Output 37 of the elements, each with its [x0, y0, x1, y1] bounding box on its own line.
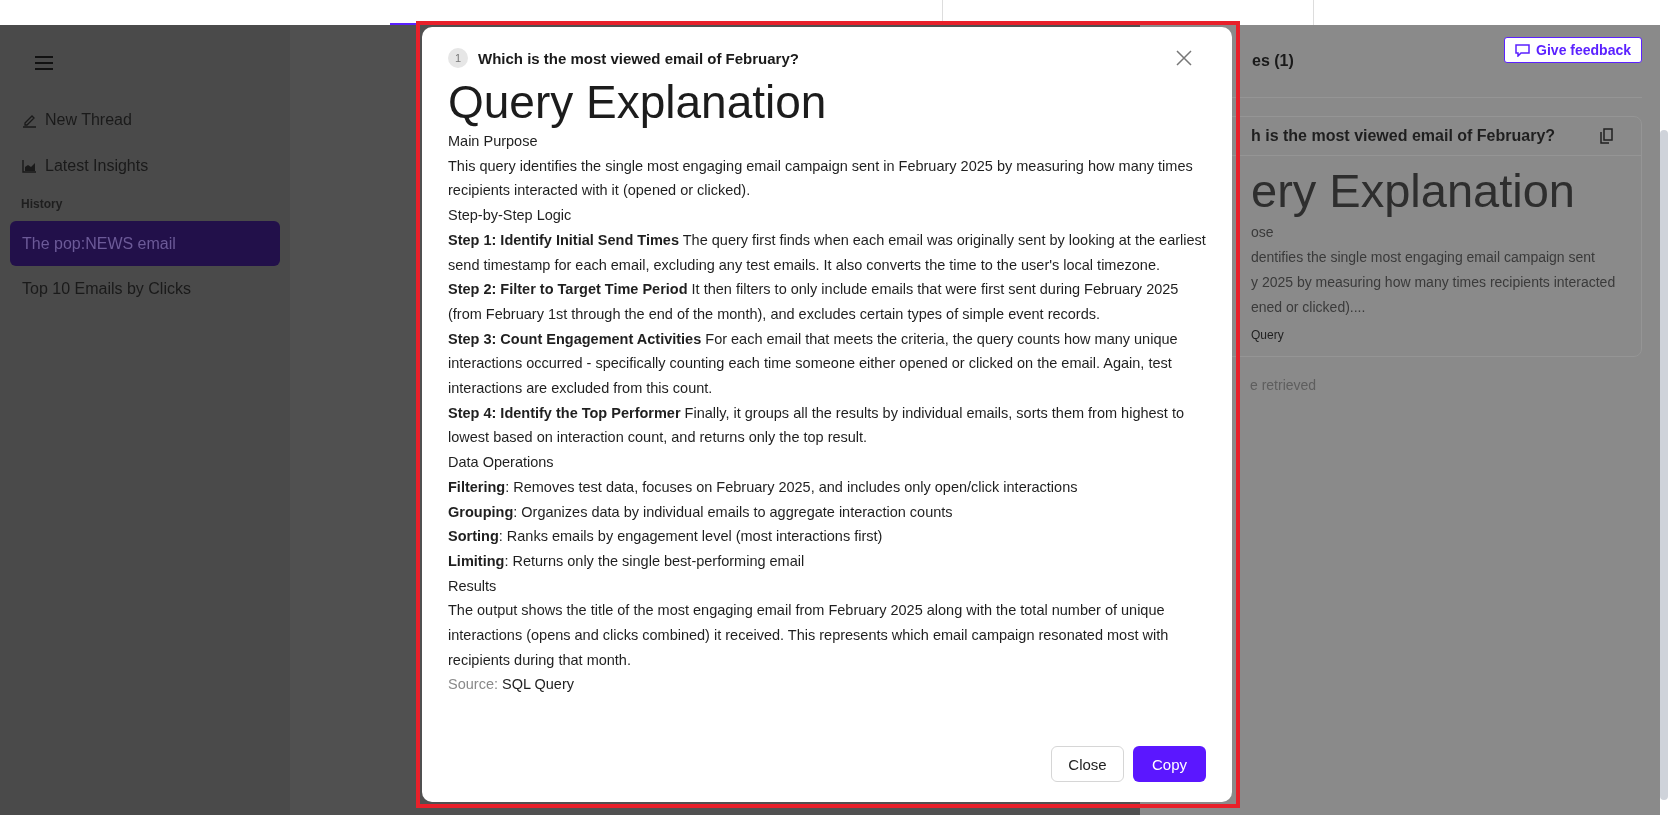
card-section: ose	[1251, 220, 1631, 245]
paragraph: Step 3: Count Engagement Activities For each email that meets the criteria, the query counts how many unique interactions occurred - specifically counting each time someone either opened or clicked on the email. Again, test interactions are excluded from this count.	[448, 329, 1179, 399]
feedback-button[interactable]: Give feedback	[1504, 37, 1642, 63]
question-text: Which is the most viewed email of February?	[478, 49, 799, 67]
source-label: Source:	[448, 675, 498, 695]
copy-icon[interactable]	[1600, 128, 1613, 144]
source-value: SQL Query	[502, 675, 574, 695]
card-text: ened or clicked)....	[1251, 298, 1367, 317]
close-icon[interactable]	[1176, 50, 1192, 66]
history-item[interactable]: The pop:NEWS email	[10, 221, 280, 266]
paragraph: Step 4: Identify the Top Performer Finally, it groups all the results by individual emails, sorts them from highest to lowest based on interaction count, and returns only the top result.	[448, 403, 1185, 448]
copy-button[interactable]: Copy	[1133, 746, 1206, 782]
section-heading: Main Purpose	[448, 132, 539, 151]
menu-icon[interactable]	[34, 55, 54, 71]
card-question: h is the most viewed email of February?	[1251, 127, 1556, 145]
paragraph: Step 1: Identify Initial Send Times The query first finds when each email was originally sent by looking at the earliest send timestamp for each email, excluding any test emails. It also converts the time to the user's local timezone.	[448, 230, 1206, 275]
modal-title: Query Explanation	[448, 75, 828, 129]
paragraph: Step 2: Filter to Target Time Period It then filters to only include emails that were first sent during February 2025 (from February 1st through the end of the month), and excludes certain types of simple event records.	[448, 280, 1180, 324]
chat-icon	[1515, 43, 1531, 57]
scrollbar-thumb[interactable]	[1660, 130, 1668, 800]
chart-icon	[22, 159, 37, 173]
card-text: dentifies the single most engaging email campaign sent	[1251, 248, 1596, 267]
question-number: 1	[448, 48, 468, 68]
paragraph: Grouping: Organizes data by individual emails to aggregate interaction counts	[448, 502, 954, 522]
section-heading: Data Operations	[448, 453, 555, 473]
section-heading: Results	[448, 576, 498, 596]
paragraph: The output shows the title of the most engaging email from February 2025 along with the total number of unique interactions (opens and clicks combined) it received. This represents which email campaign resonated most with recipients during that month.	[448, 601, 1170, 670]
card-text: y 2025 by measuring how many times recipients interacted	[1251, 273, 1617, 292]
section-heading: Step-by-Step Logic	[448, 206, 573, 226]
paragraph: Filtering: Removes test data, focuses on February 2025, and includes only open/click interactions	[448, 477, 1079, 497]
paragraph: Limiting: Returns only the single best-performing email	[448, 551, 806, 571]
card-source: Query	[1251, 328, 1285, 342]
panel-title: es (1)	[1252, 52, 1294, 70]
paragraph: Sorting: Ranks emails by engagement level (most interactions first)	[448, 527, 884, 547]
card-title: ery Explanation	[1251, 163, 1576, 219]
paragraph: This query identifies the single most engaging email campaign sent in February 2025 by measuring how many times recipients interacted with it (opened or clicked).	[448, 156, 1194, 201]
close-button[interactable]: Close	[1051, 746, 1124, 782]
